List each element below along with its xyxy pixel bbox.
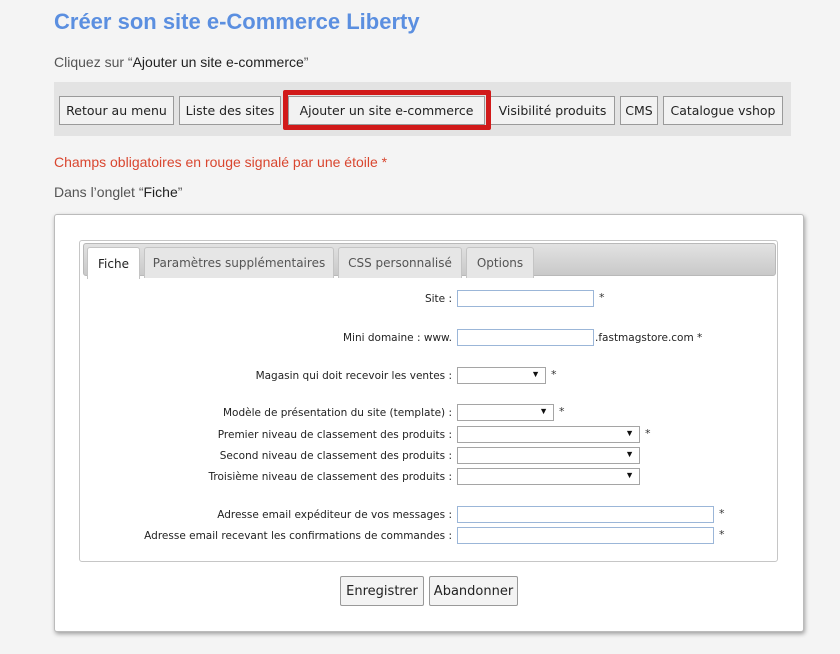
menu-bar: Retour au menu Liste des sites Ajouter u… [54,82,791,136]
required-mark: * [719,507,725,520]
mini-domain-input[interactable] [457,329,594,346]
instruction-target: Fiche [143,184,178,200]
menu-product-visibility-button[interactable]: Visibilité produits [490,96,615,125]
page-title: Créer son site e-Commerce Liberty [54,9,420,34]
required-mark: * [599,291,605,304]
level3-label: Troisième niveau de classement des produ… [208,471,452,483]
tab-options[interactable]: Options [466,247,534,278]
tab-additional-parameters[interactable]: Paramètres supplémentaires [144,247,334,278]
chevron-down-icon: ▼ [625,449,634,459]
menu-sites-list-button[interactable]: Liste des sites [179,96,281,125]
tab-panel: Fiche Paramètres supplémentaires CSS per… [79,240,778,562]
sender-email-label: Adresse email expéditeur de vos messages… [217,509,452,521]
instruction-suffix: ” [303,54,309,70]
level2-select[interactable]: ▼ [457,447,640,464]
level1-select[interactable]: ▼ [457,426,640,443]
required-mark: * [559,405,565,418]
sender-email-input[interactable] [457,506,714,523]
tab-custom-css[interactable]: CSS personnalisé [338,247,462,278]
store-label: Magasin qui doit recevoir les ventes : [255,370,452,382]
highlight-annotation [283,90,491,130]
store-select[interactable]: ▼ [457,367,546,384]
site-label: Site : [424,293,452,305]
mini-domain-label: Mini domaine : www. [342,332,452,344]
instruction-tab-fiche: Dans l’onglet “Fiche” [54,184,182,200]
template-select[interactable]: ▼ [457,404,554,421]
template-label: Modèle de présentation du site (template… [222,407,452,419]
required-mark: * [645,427,651,440]
chevron-down-icon: ▼ [531,369,540,379]
tab-fiche[interactable]: Fiche [87,247,140,279]
save-button[interactable]: Enregistrer [340,576,424,606]
required-mark: * [551,368,557,381]
mini-domain-suffix: .fastmagstore.com * [595,332,703,344]
tab-bar: Fiche Paramètres supplémentaires CSS per… [83,243,776,279]
instruction-prefix: Dans l’onglet “ [54,184,144,200]
required-fields-note: Champs obligatoires en rouge signalé par… [54,154,388,170]
required-mark: * [719,528,725,541]
chevron-down-icon: ▼ [625,470,634,480]
confirm-email-label: Adresse email recevant les confirmations… [144,530,452,542]
confirm-email-input[interactable] [457,527,714,544]
instruction-suffix: ” [177,184,183,200]
menu-cms-button[interactable]: CMS [620,96,658,125]
menu-back-button[interactable]: Retour au menu [59,96,174,125]
chevron-down-icon: ▼ [539,406,548,416]
instruction-target: Ajouter un site e-commerce [132,54,304,70]
form-dialog: Fiche Paramètres supplémentaires CSS per… [54,214,804,632]
instruction-click-add: Cliquez sur “Ajouter un site e-commerce” [54,54,308,70]
menu-vshop-catalog-button[interactable]: Catalogue vshop [663,96,783,125]
chevron-down-icon: ▼ [625,428,634,438]
level3-select[interactable]: ▼ [457,468,640,485]
instruction-prefix: Cliquez sur “ [54,54,133,70]
site-input[interactable] [457,290,594,307]
level1-label: Premier niveau de classement des produit… [217,429,452,441]
cancel-button[interactable]: Abandonner [429,576,518,606]
level2-label: Second niveau de classement des produits… [219,450,452,462]
